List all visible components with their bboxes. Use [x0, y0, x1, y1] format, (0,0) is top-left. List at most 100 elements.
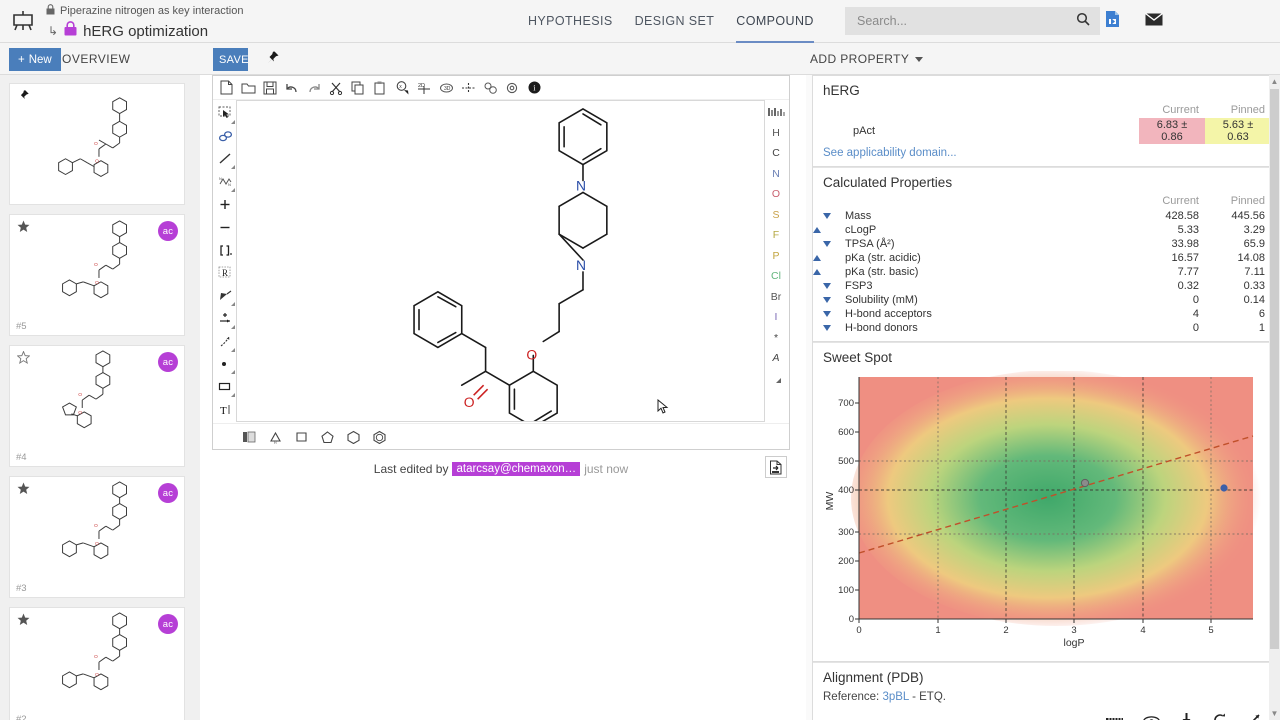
save-disk-icon[interactable]: [259, 77, 281, 99]
export-structure-icon[interactable]: [765, 456, 787, 478]
info-icon[interactable]: i: [523, 77, 545, 99]
benzene-icon[interactable]: [369, 427, 389, 447]
table-row: H-bond acceptors 4 6: [813, 307, 1271, 321]
clean-2d-icon[interactable]: 2D: [413, 77, 435, 99]
text-tool[interactable]: T: [214, 398, 236, 421]
list-item-number: #2: [16, 714, 27, 720]
ruler-icon[interactable]: [1106, 714, 1123, 720]
element-s[interactable]: S: [764, 205, 788, 226]
properties-scrollbar[interactable]: ▲ ▼: [1269, 75, 1280, 720]
cyclopropane-icon[interactable]: H: [265, 427, 285, 447]
element-more-icon[interactable]: [764, 369, 788, 390]
cyclopentane-icon[interactable]: [317, 427, 337, 447]
search-icon[interactable]: [1076, 12, 1090, 31]
properties-panel[interactable]: hERG Current Pinned pAct 6.83 ± 0.86 5.6…: [806, 75, 1280, 720]
atom-map-icon[interactable]: [457, 77, 479, 99]
svg-text:5: 5: [1208, 625, 1213, 636]
last-edited-user[interactable]: atarcsay@chemaxon…: [452, 462, 581, 476]
settings-gear-icon[interactable]: [501, 77, 523, 99]
tab-compound[interactable]: COMPOUND: [736, 0, 814, 43]
breadcrumb-parent-label[interactable]: Piperazine nitrogen as key interaction: [60, 5, 243, 17]
structure-settings-icon[interactable]: [479, 77, 501, 99]
template-library-icon[interactable]: [239, 427, 259, 447]
scroll-up-icon[interactable]: ▲: [1269, 75, 1280, 88]
download-icon[interactable]: [1180, 713, 1193, 720]
pdb-code-link[interactable]: 3pBL: [882, 691, 908, 703]
decrease-charge-tool[interactable]: [214, 216, 236, 239]
element-h[interactable]: H: [764, 123, 788, 144]
redo-icon[interactable]: [303, 77, 325, 99]
search-box[interactable]: [845, 7, 1100, 35]
tab-hypothesis[interactable]: HYPOTHESIS: [528, 0, 613, 43]
calculated-properties-table: Current Pinned Mass 428.58 445.56 cLogP 5.3…: [813, 194, 1271, 335]
eraser-tool[interactable]: [214, 125, 236, 148]
list-item[interactable]: ac O O #3: [9, 476, 185, 598]
table-row: H-bond donors 0 1: [813, 321, 1271, 335]
periodic-table-icon[interactable]: [764, 102, 788, 123]
list-item[interactable]: O O: [9, 83, 185, 205]
element-f[interactable]: F: [764, 225, 788, 246]
reaction-arrow-tool[interactable]: [214, 307, 236, 330]
element-n[interactable]: N: [764, 164, 788, 185]
tab-design-set[interactable]: DESIGN SET: [635, 0, 715, 43]
cyclohexane-icon[interactable]: [343, 427, 363, 447]
undo-icon[interactable]: [281, 77, 303, 99]
document-export-icon[interactable]: [1105, 10, 1121, 33]
element-c[interactable]: C: [764, 143, 788, 164]
sweet-spot-chart[interactable]: 0 100 200 300 400 500 600 700 0 1 2 3 4 …: [813, 369, 1271, 661]
curved-arrow-tool[interactable]: [214, 330, 236, 353]
envelope-icon[interactable]: [1145, 12, 1163, 31]
element-p[interactable]: P: [764, 246, 788, 267]
overview-tab[interactable]: OVERVIEW: [62, 43, 130, 75]
open-folder-icon[interactable]: [237, 77, 259, 99]
brackets-tool[interactable]: [214, 239, 236, 262]
pdb-3d-viewer[interactable]: [813, 709, 1271, 720]
new-button[interactable]: + New: [9, 48, 61, 71]
breadcrumb-child-label[interactable]: hERG optimization: [83, 23, 208, 40]
list-item[interactable]: ac O O #2: [9, 607, 185, 720]
save-button[interactable]: SAVE: [213, 48, 248, 71]
selection-rectangle-tool[interactable]: [214, 102, 236, 125]
app-logo[interactable]: [0, 0, 46, 43]
expand-icon[interactable]: [1247, 713, 1261, 720]
list-item[interactable]: ac O O #5: [9, 214, 185, 336]
properties-scroll-thumb[interactable]: [1270, 89, 1279, 649]
structure-canvas[interactable]: N N O O: [236, 100, 765, 428]
add-property-button[interactable]: ADD PROPERTY: [810, 43, 924, 75]
chain-tool[interactable]: NN: [214, 170, 236, 193]
r-group-tool[interactable]: R: [214, 261, 236, 284]
list-item-number: #3: [16, 583, 27, 594]
dot-tool[interactable]: [214, 353, 236, 376]
search-input[interactable]: [855, 13, 1076, 29]
applicability-domain-link[interactable]: See applicability domain...: [813, 144, 1271, 166]
cut-scissors-icon[interactable]: [325, 77, 347, 99]
alignment-title: Alignment (PDB): [813, 662, 1271, 689]
molecule-thumbnail: O O: [62, 220, 127, 299]
stereo-tool[interactable]: [214, 284, 236, 307]
paste-icon[interactable]: [369, 77, 391, 99]
clean-3d-icon[interactable]: 3D: [435, 77, 457, 99]
scroll-down-icon[interactable]: ▼: [1269, 707, 1280, 720]
eye-icon[interactable]: [1143, 714, 1160, 720]
element-br[interactable]: Br: [764, 287, 788, 308]
element-o[interactable]: O: [764, 184, 788, 205]
svg-text:0: 0: [849, 614, 854, 625]
rectangle-tool[interactable]: [214, 375, 236, 398]
element-i[interactable]: I: [764, 307, 788, 328]
svg-text:O: O: [95, 672, 99, 678]
copy-icon[interactable]: [347, 77, 369, 99]
list-item[interactable]: ac O O #4: [9, 345, 185, 467]
pushpin-icon[interactable]: [265, 50, 280, 70]
zoom-select-icon[interactable]: x: [391, 77, 413, 99]
structure-editor-panel[interactable]: x 2D 3D i NN R T N N O O H C N O S F P C…: [212, 75, 790, 450]
element-any[interactable]: *: [764, 328, 788, 349]
compound-list-sidebar[interactable]: O O ac O O #5 ac O O #4 ac O O #3 ac O O…: [0, 75, 200, 720]
increase-charge-tool[interactable]: [214, 193, 236, 216]
single-bond-tool[interactable]: [214, 148, 236, 171]
refresh-icon[interactable]: [1213, 713, 1227, 720]
element-atom-list[interactable]: A: [764, 348, 788, 369]
cyclobutane-icon[interactable]: [291, 427, 311, 447]
element-palette: H C N O S F P Cl Br I * A: [764, 102, 788, 421]
element-cl[interactable]: Cl: [764, 266, 788, 287]
new-file-icon[interactable]: [215, 77, 237, 99]
